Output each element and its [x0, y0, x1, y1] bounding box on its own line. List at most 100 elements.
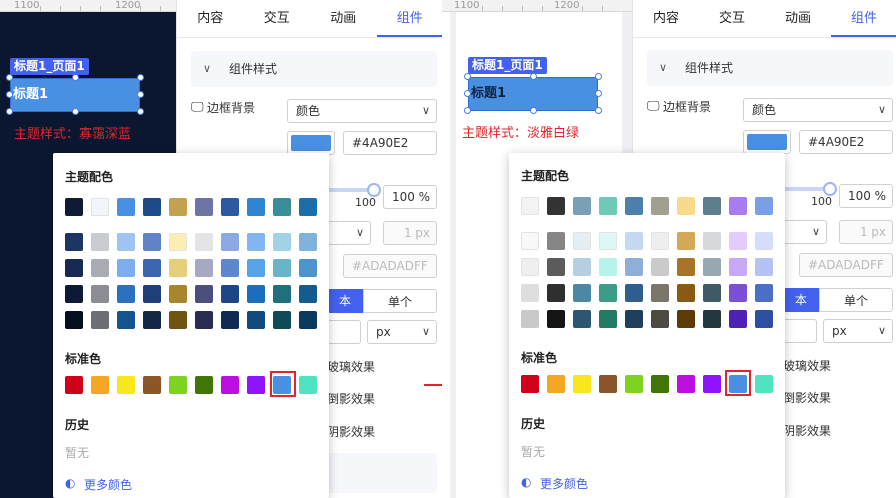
color-swatch-cell[interactable]: [299, 311, 317, 329]
color-swatch-cell[interactable]: [143, 376, 161, 394]
tab-interaction[interactable]: 交互: [699, 0, 765, 37]
border-mode-all[interactable]: 本: [327, 289, 363, 313]
color-swatch-cell[interactable]: [65, 198, 83, 216]
color-swatch-cell[interactable]: [143, 285, 161, 303]
color-swatch-cell[interactable]: [221, 311, 239, 329]
hex-input[interactable]: #4A90E2: [343, 131, 437, 155]
color-swatch-cell[interactable]: [573, 232, 591, 250]
color-swatch-cell[interactable]: [65, 311, 83, 329]
color-swatch-cell[interactable]: [547, 310, 565, 328]
color-swatch-cell[interactable]: [299, 233, 317, 251]
fill-type-select[interactable]: 颜色 ∨: [287, 99, 437, 123]
border-mode-single[interactable]: 单个: [819, 288, 893, 312]
border-width-input[interactable]: 1 px: [839, 220, 893, 244]
color-swatch-cell[interactable]: [755, 232, 773, 250]
color-swatch-cell[interactable]: [195, 376, 213, 394]
color-swatch-cell[interactable]: [273, 198, 291, 216]
color-swatch-cell[interactable]: [573, 284, 591, 302]
color-swatch-cell[interactable]: [573, 197, 591, 215]
color-swatch-cell[interactable]: [729, 284, 747, 302]
color-swatch-cell[interactable]: [273, 259, 291, 277]
tab-content[interactable]: 内容: [177, 0, 244, 37]
resize-handle[interactable]: [72, 74, 79, 81]
color-swatch-cell[interactable]: [169, 233, 187, 251]
tab-component[interactable]: 组件: [376, 0, 442, 37]
color-swatch-cell[interactable]: [625, 258, 643, 276]
resize-handle[interactable]: [137, 91, 144, 98]
color-swatch-cell[interactable]: [755, 197, 773, 215]
color-swatch-cell[interactable]: [117, 285, 135, 303]
color-swatch-cell[interactable]: [547, 258, 565, 276]
reflection-effect-label[interactable]: 倒影效果: [327, 390, 375, 407]
color-swatch-cell[interactable]: [625, 375, 643, 393]
resize-handle[interactable]: [530, 107, 537, 114]
color-swatch-cell[interactable]: [729, 232, 747, 250]
color-swatch-cell[interactable]: [651, 375, 669, 393]
color-swatch-cell[interactable]: [91, 311, 109, 329]
color-swatch-cell[interactable]: [703, 197, 721, 215]
palette-icon[interactable]: ◐: [521, 475, 531, 489]
hex-input[interactable]: #4A90E2: [799, 130, 893, 154]
shadow-effect-label[interactable]: 阴影效果: [327, 423, 375, 440]
color-swatch-cell[interactable]: [169, 198, 187, 216]
color-swatch-cell[interactable]: [755, 284, 773, 302]
color-swatch-cell[interactable]: [117, 259, 135, 277]
color-swatch-cell[interactable]: [651, 258, 669, 276]
color-swatch-cell[interactable]: [117, 198, 135, 216]
color-swatch-cell[interactable]: [729, 258, 747, 276]
border-color-input[interactable]: #ADADADFF: [343, 254, 437, 278]
color-swatch-cell[interactable]: [677, 232, 695, 250]
opacity-input[interactable]: 100 %: [383, 185, 437, 209]
more-colors-link[interactable]: 更多颜色: [84, 476, 132, 493]
tab-interaction[interactable]: 交互: [244, 0, 311, 37]
color-swatch-cell[interactable]: [703, 284, 721, 302]
color-swatch-cell[interactable]: [65, 259, 83, 277]
color-swatch-cell[interactable]: [651, 284, 669, 302]
resize-handle[interactable]: [464, 73, 471, 80]
color-swatch-cell[interactable]: [117, 311, 135, 329]
color-swatch-cell[interactable]: [247, 198, 265, 216]
resize-handle[interactable]: [72, 108, 79, 115]
tab-content[interactable]: 内容: [633, 0, 699, 37]
color-swatch-cell[interactable]: [703, 232, 721, 250]
color-swatch-cell[interactable]: [755, 258, 773, 276]
color-swatch-cell[interactable]: [169, 376, 187, 394]
color-swatch-cell[interactable]: [91, 233, 109, 251]
border-style-select[interactable]: ∨: [783, 220, 827, 244]
color-swatch-cell[interactable]: [299, 285, 317, 303]
opacity-input[interactable]: 100 %: [839, 184, 893, 208]
color-swatch-cell[interactable]: [677, 310, 695, 328]
color-swatch-cell[interactable]: [625, 284, 643, 302]
color-swatch-cell[interactable]: [651, 310, 669, 328]
color-swatch-cell[interactable]: [299, 198, 317, 216]
color-swatch-cell[interactable]: [625, 197, 643, 215]
resize-handle[interactable]: [530, 73, 537, 80]
color-swatch-cell[interactable]: [91, 285, 109, 303]
color-swatch-cell[interactable]: [169, 259, 187, 277]
resize-handle[interactable]: [6, 108, 13, 115]
color-swatch-cell[interactable]: [247, 259, 265, 277]
color-swatch-cell[interactable]: [221, 376, 239, 394]
color-swatch-cell[interactable]: [703, 375, 721, 393]
color-swatch-cell[interactable]: [547, 284, 565, 302]
resize-handle[interactable]: [137, 74, 144, 81]
color-swatch-cell[interactable]: [521, 232, 539, 250]
title-component[interactable]: 标题1: [10, 78, 140, 112]
color-swatch-cell[interactable]: [677, 284, 695, 302]
color-swatch-cell[interactable]: [755, 375, 773, 393]
color-swatch-cell[interactable]: [755, 310, 773, 328]
color-swatch-cell[interactable]: [273, 285, 291, 303]
color-swatch-cell[interactable]: [521, 284, 539, 302]
shadow-effect-label[interactable]: 阴影效果: [783, 422, 831, 439]
color-swatch-cell[interactable]: [247, 233, 265, 251]
glass-effect-label[interactable]: 玻璃效果: [327, 358, 375, 375]
color-swatch-cell[interactable]: [521, 258, 539, 276]
color-swatch-cell[interactable]: [547, 197, 565, 215]
color-swatch-cell[interactable]: [547, 232, 565, 250]
section-header[interactable]: ∨ 组件样式: [191, 51, 437, 87]
color-swatch-cell[interactable]: [195, 285, 213, 303]
color-swatch-cell[interactable]: [651, 197, 669, 215]
border-color-input[interactable]: #ADADADFF: [799, 253, 893, 277]
tab-component[interactable]: 组件: [831, 0, 896, 37]
color-swatch-cell[interactable]: [599, 310, 617, 328]
